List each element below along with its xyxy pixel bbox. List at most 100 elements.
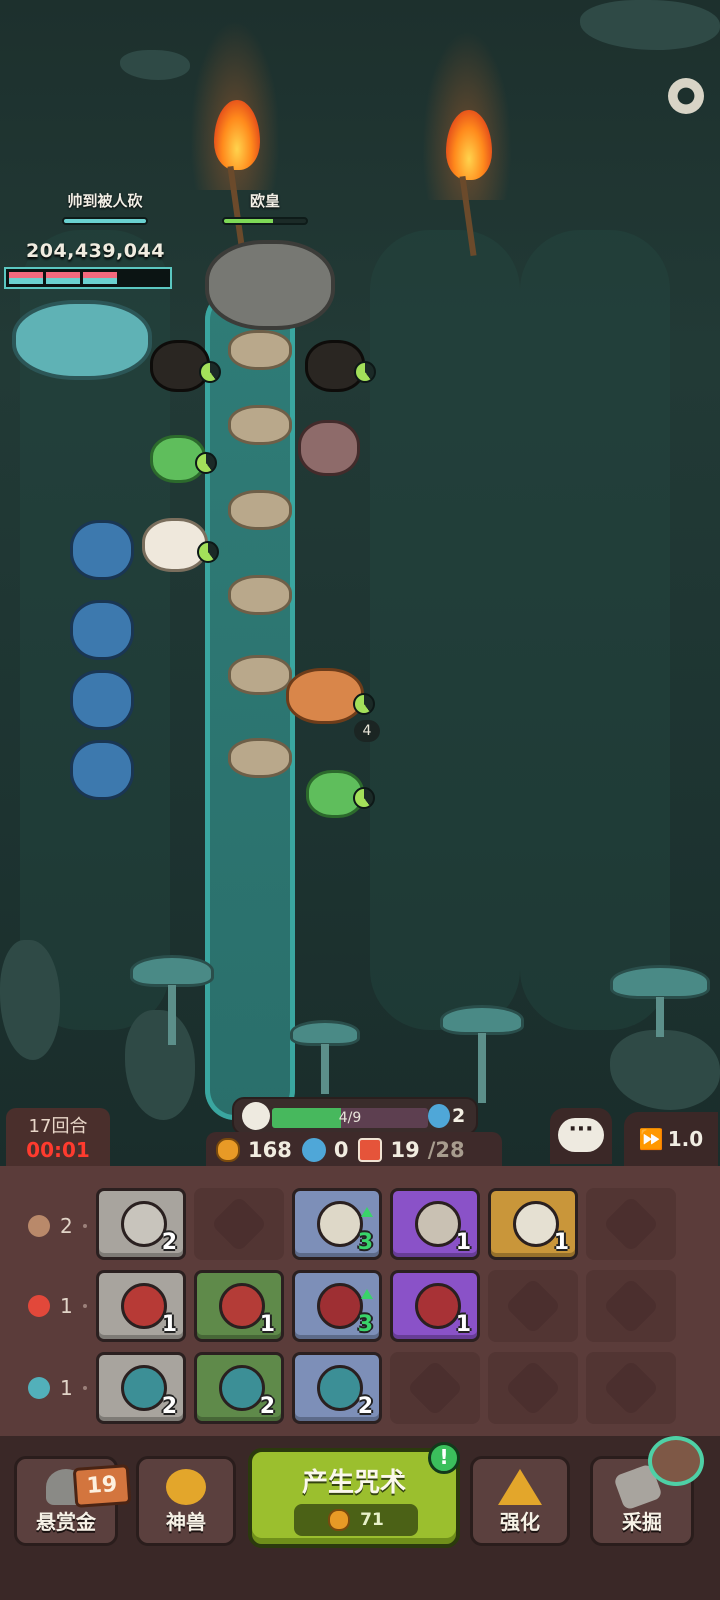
battlefield: 帅到被人砍 欧皇 204,439,044 4 <box>0 0 720 1170</box>
armadillo-unit <box>228 738 292 778</box>
generate-spell-label: 产生咒术 <box>301 1468 406 1498</box>
fast-forward-icon: ⏩ <box>638 1127 664 1151</box>
gold-resource: 168 <box>216 1138 292 1162</box>
spell-card[interactable]: 2 <box>194 1352 284 1424</box>
blue-skull-icon <box>301 1138 326 1162</box>
spell-slot-empty <box>488 1270 578 1342</box>
locked-spell-icon <box>602 1277 660 1335</box>
gold-coin-icon <box>328 1509 351 1531</box>
spell-card[interactable]: 2 <box>96 1352 186 1424</box>
spell-card[interactable]: 1 <box>194 1270 284 1342</box>
spell-emblem-icon <box>415 1283 461 1329</box>
gold-coin-icon <box>216 1138 240 1162</box>
spell-card[interactable]: 2 <box>292 1352 382 1424</box>
chat-button[interactable]: ··· <box>550 1108 612 1164</box>
chat-bubble-icon: ··· <box>558 1118 604 1152</box>
spell-emblem-icon <box>121 1283 167 1329</box>
spell-card[interactable]: 3 <box>292 1188 382 1260</box>
settings-gear-icon[interactable] <box>668 78 704 114</box>
spell-card[interactable]: 1 <box>390 1270 480 1342</box>
wave-progress: 4/9 2 <box>232 1097 478 1135</box>
bounty-label: 悬赏金 <box>36 1510 96 1534</box>
game-speed-value: 1.0 <box>667 1127 704 1151</box>
spell-slot-empty <box>586 1352 676 1424</box>
spell-emblem-icon <box>121 1201 167 1247</box>
dark-bird-unit <box>305 340 376 392</box>
game-speed-button[interactable]: ⏩ 1.0 <box>624 1112 718 1166</box>
blue-skull-gem-icon <box>428 1104 450 1128</box>
skull-icon <box>242 1102 270 1130</box>
round-counter: 17回合 <box>28 1116 88 1137</box>
beetle-unit <box>70 670 134 730</box>
spell-panel: 2 1 1 2 3 1 1 1 1 3 1 2 2 2 <box>0 1166 720 1436</box>
rock <box>610 1030 720 1110</box>
mining-label: 采掘 <box>622 1510 662 1534</box>
spell-emblem-icon <box>317 1283 363 1329</box>
spell-emblem-icon <box>219 1365 265 1411</box>
card-max: /28 <box>427 1138 465 1162</box>
spell-level: 3 <box>357 1230 373 1255</box>
generate-spell-cost: 71 <box>294 1504 418 1536</box>
lane-middle <box>370 230 520 1030</box>
upgrade-arrow-icon <box>361 1207 373 1217</box>
spell-emblem-icon <box>415 1201 461 1247</box>
rock-element-icon <box>28 1215 50 1237</box>
element-water-label: 1 <box>28 1376 87 1400</box>
soul-resource: 0 <box>301 1138 349 1162</box>
upgrade-button[interactable]: 强化 <box>470 1456 570 1546</box>
divine-beast-button[interactable]: 神兽 <box>136 1456 236 1546</box>
friend-avatar[interactable] <box>648 1436 704 1486</box>
spell-slot-empty <box>390 1352 480 1424</box>
card-resource: 19/28 <box>358 1138 465 1162</box>
player-tag-left: 帅到被人砍 <box>50 190 160 225</box>
rock <box>120 50 190 80</box>
armadillo-unit <box>228 490 292 530</box>
bounty-badge: 19 <box>72 1464 132 1508</box>
spell-emblem-icon <box>317 1201 363 1247</box>
spell-card[interactable]: 1 <box>390 1188 480 1260</box>
chevron-up-icon <box>498 1469 542 1505</box>
lane-right <box>520 230 670 1030</box>
generate-spell-alert-badge: ! <box>428 1442 460 1474</box>
spell-level: 1 <box>455 1230 471 1255</box>
spell-level: 2 <box>161 1230 177 1255</box>
soul-amount: 0 <box>333 1138 349 1162</box>
locked-spell-icon <box>406 1359 464 1417</box>
generate-spell-cost-value: 71 <box>360 1510 384 1530</box>
spell-slot-empty <box>488 1352 578 1424</box>
locked-spell-icon <box>504 1277 562 1335</box>
round-timer: 00:01 <box>26 1138 90 1162</box>
rock-golem <box>205 240 335 330</box>
spell-card[interactable]: 1 <box>96 1270 186 1342</box>
spell-emblem-icon <box>219 1283 265 1329</box>
spell-level: 1 <box>259 1312 275 1337</box>
raccoon-unit <box>298 420 360 476</box>
water-element-icon <box>28 1377 50 1399</box>
rock <box>580 0 720 50</box>
spell-level: 1 <box>455 1312 471 1337</box>
spell-level: 3 <box>357 1312 373 1337</box>
armadillo-unit <box>228 330 292 370</box>
spell-level: 2 <box>357 1394 373 1419</box>
locked-spell-icon <box>210 1195 268 1253</box>
corgi-unit <box>286 668 375 724</box>
spell-card[interactable]: 3 <box>292 1270 382 1342</box>
spell-level: 1 <box>161 1312 177 1337</box>
spell-emblem-icon <box>513 1201 559 1247</box>
spell-card[interactable]: 2 <box>96 1188 186 1260</box>
spell-level: 1 <box>553 1230 569 1255</box>
unit-stack-count: 4 <box>354 720 380 742</box>
fire-element-count: 1 <box>60 1294 73 1318</box>
armadillo-unit <box>228 655 292 695</box>
boss-health-bar <box>4 267 172 289</box>
paw-icon <box>166 1469 206 1505</box>
spell-emblem-icon <box>121 1365 167 1411</box>
water-element-count: 1 <box>60 1376 73 1400</box>
resource-bar: 168 0 19/28 <box>206 1132 502 1168</box>
spell-card[interactable]: 1 <box>488 1188 578 1260</box>
damage-score: 204,439,044 <box>26 240 165 262</box>
spell-emblem-icon <box>317 1365 363 1411</box>
armadillo-unit <box>228 405 292 445</box>
armadillo-unit <box>228 575 292 615</box>
dark-bird-unit <box>150 340 221 392</box>
